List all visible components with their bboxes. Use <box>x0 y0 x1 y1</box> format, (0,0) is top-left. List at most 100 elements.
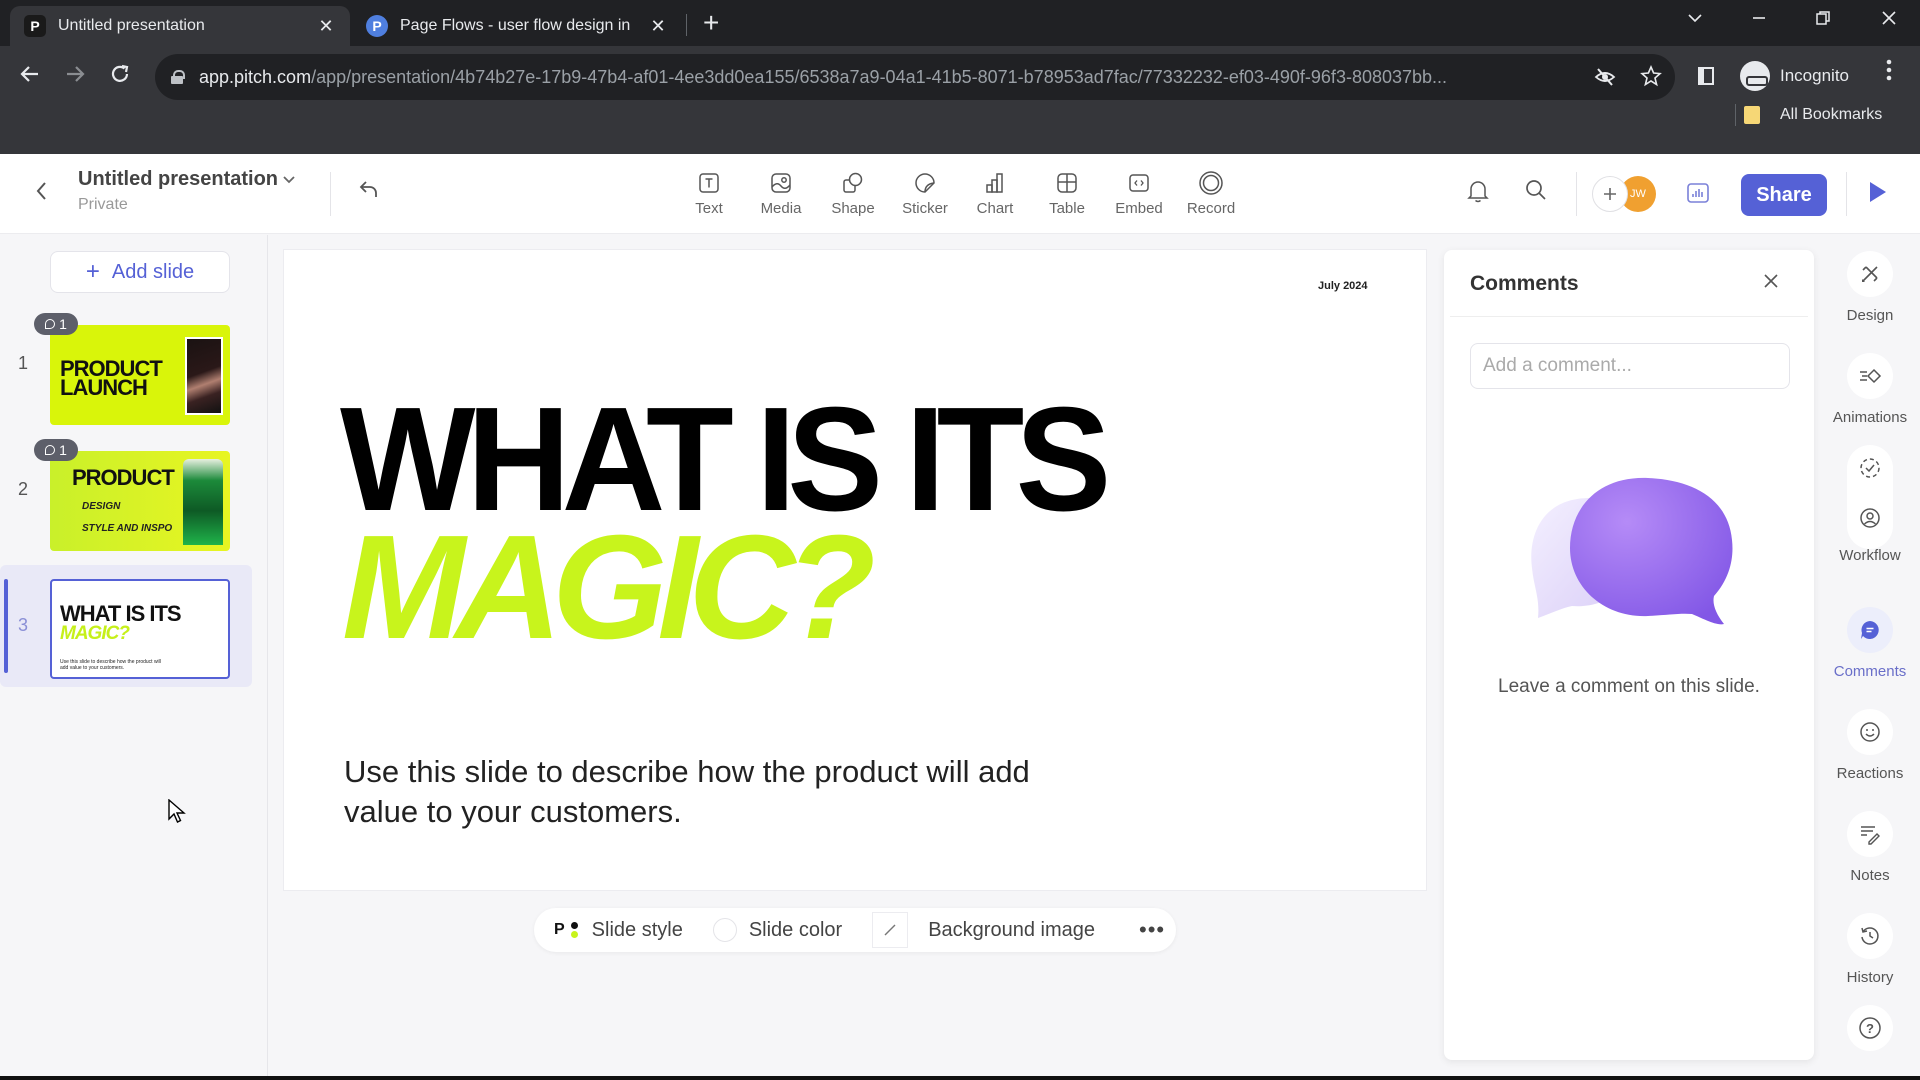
bookmark-star-icon[interactable] <box>1640 64 1662 93</box>
present-play-icon[interactable] <box>1870 182 1886 202</box>
tool-label: Media <box>760 200 802 217</box>
slide-thumbnail-3[interactable]: 3 WHAT IS ITS MAGIC? Use this slide to d… <box>0 565 252 687</box>
undo-icon[interactable] <box>358 178 380 207</box>
close-window-icon[interactable] <box>1880 6 1898 36</box>
rail-workflow-button[interactable]: Workflow <box>1820 445 1920 564</box>
url-host: app.pitch.com <box>199 66 312 87</box>
comments-divider <box>1450 316 1808 317</box>
slide-canvas[interactable]: July 2024 WHAT IS ITS MAGIC? Use this sl… <box>284 250 1426 890</box>
rail-design-button[interactable]: Design <box>1820 251 1920 324</box>
rail-comments-button[interactable]: Comments <box>1820 607 1920 680</box>
taskbar-edge <box>0 1076 1920 1080</box>
incognito-profile-button[interactable]: Incognito <box>1736 56 1856 96</box>
browser-menu-icon[interactable] <box>1886 58 1892 89</box>
tracking-protection-eye-off-icon[interactable] <box>1594 66 1616 94</box>
browser-tab-page-flows[interactable]: P Page Flows - user flow design in ✕ <box>352 6 682 46</box>
thumb-body: Use this slide to describe how the produ… <box>60 659 161 671</box>
comments-empty-message: Leave a comment on this slide. <box>1498 676 1760 697</box>
design-icon <box>1847 251 1893 297</box>
insert-table-button[interactable]: Table <box>1034 170 1100 217</box>
close-tab-icon[interactable]: ✕ <box>316 16 336 37</box>
insert-record-button[interactable]: Record <box>1178 170 1244 217</box>
editor-toolbar: Untitled presentation Private Text Media… <box>0 154 1920 234</box>
tool-label: Shape <box>831 200 875 217</box>
rail-reactions-button[interactable]: Reactions <box>1820 709 1920 782</box>
slide-style-bar: P Slide style Slide color Background ima… <box>534 908 1176 952</box>
title-dropdown-chevron-icon[interactable] <box>282 172 296 188</box>
slide-thumbnail-2[interactable]: 1 2 PRODUCT DESIGN STYLE AND INSPO <box>0 439 252 551</box>
sticker-icon <box>912 170 938 196</box>
toolbar-divider <box>330 172 331 216</box>
close-tab-icon[interactable]: ✕ <box>648 16 668 37</box>
slide-body-text[interactable]: Use this slide to describe how the produ… <box>344 752 1044 832</box>
slide-date[interactable]: July 2024 <box>1318 280 1368 292</box>
slides-panel: + Add slide 1 1 PRODUCT LAUNCH 1 2 PRODU… <box>0 235 268 1076</box>
insert-media-button[interactable]: Media <box>748 170 814 217</box>
style-letter-icon: P <box>554 921 565 938</box>
presentation-title[interactable]: Untitled presentation <box>78 168 278 191</box>
back-arrow-icon[interactable] <box>18 62 42 94</box>
slide-color-button[interactable]: Slide color <box>712 918 842 942</box>
incognito-icon <box>1740 61 1770 91</box>
reload-icon[interactable] <box>108 62 132 94</box>
forward-arrow-icon[interactable] <box>63 62 87 94</box>
slide-number: 3 <box>18 615 29 635</box>
url-input[interactable]: app.pitch.com /app/presentation/4b74b27e… <box>155 54 1675 100</box>
insert-shape-button[interactable]: Shape <box>820 170 886 217</box>
close-comments-icon[interactable] <box>1762 270 1780 296</box>
new-tab-button[interactable]: + <box>703 8 719 38</box>
rail-label: Design <box>1846 307 1894 324</box>
plus-icon: + <box>85 258 100 285</box>
tab-search-icon[interactable] <box>1686 6 1704 36</box>
history-icon <box>1847 913 1893 959</box>
add-comment-input[interactable] <box>1470 343 1790 389</box>
thumb-title: PRODUCT LAUNCH <box>60 356 163 400</box>
add-slide-label: Add slide <box>111 260 195 283</box>
slide-thumbnail-1[interactable]: 1 1 PRODUCT LAUNCH <box>0 313 252 425</box>
side-panel-icon[interactable] <box>1696 66 1716 92</box>
rail-label: Notes <box>1850 867 1890 884</box>
mouse-cursor-icon <box>168 798 186 830</box>
more-options-icon[interactable]: ••• <box>1139 917 1165 943</box>
thumb-subtitle: DESIGN <box>82 501 121 512</box>
back-chevron-icon[interactable] <box>34 180 48 209</box>
insert-text-button[interactable]: Text <box>676 170 742 217</box>
media-icon <box>768 170 794 196</box>
assignee-user-icon <box>1847 495 1893 541</box>
rail-history-button[interactable]: History <box>1820 913 1920 986</box>
browser-tab-untitled-presentation[interactable]: P Untitled presentation ✕ <box>10 6 350 46</box>
shape-icon <box>840 170 866 196</box>
slide-title-accent[interactable]: MAGIC? <box>342 514 876 662</box>
share-button[interactable]: Share <box>1741 174 1827 216</box>
all-bookmarks-button[interactable]: All Bookmarks <box>1744 100 1882 130</box>
insert-sticker-button[interactable]: Sticker <box>892 170 958 217</box>
restore-window-icon[interactable] <box>1814 6 1832 36</box>
thumb-photo <box>183 459 223 545</box>
search-icon[interactable] <box>1524 178 1548 207</box>
comment-icon <box>45 319 56 329</box>
rail-label: Comments <box>1833 663 1907 680</box>
rail-notes-button[interactable]: Notes <box>1820 811 1920 884</box>
thumb-title: PRODUCT <box>72 465 175 490</box>
presentation-visibility: Private <box>78 196 128 213</box>
analytics-icon[interactable] <box>1686 182 1710 209</box>
animations-icon <box>1847 353 1893 399</box>
help-icon[interactable]: ? <box>1847 1005 1893 1051</box>
background-image-button[interactable]: Background image <box>872 912 1095 948</box>
folder-icon <box>1744 106 1760 124</box>
add-slide-button[interactable]: + Add slide <box>50 251 230 293</box>
slide-style-button[interactable]: P Slide style <box>554 919 683 942</box>
comments-icon <box>1847 607 1893 653</box>
rail-label: History <box>1846 969 1894 986</box>
slide-comment-badge[interactable]: 1 <box>34 313 78 335</box>
rail-label: Workflow <box>1839 547 1901 564</box>
slide-number: 2 <box>18 479 29 499</box>
notifications-bell-icon[interactable] <box>1466 178 1490 209</box>
insert-embed-button[interactable]: Embed <box>1106 170 1172 217</box>
minimize-window-icon[interactable] <box>1750 6 1768 36</box>
pitch-app: Untitled presentation Private Text Media… <box>0 154 1920 1076</box>
invite-collaborator-button[interactable] <box>1592 176 1628 212</box>
slide-comment-badge[interactable]: 1 <box>34 439 78 461</box>
rail-animations-button[interactable]: Animations <box>1820 353 1920 426</box>
insert-chart-button[interactable]: Chart <box>962 170 1028 217</box>
